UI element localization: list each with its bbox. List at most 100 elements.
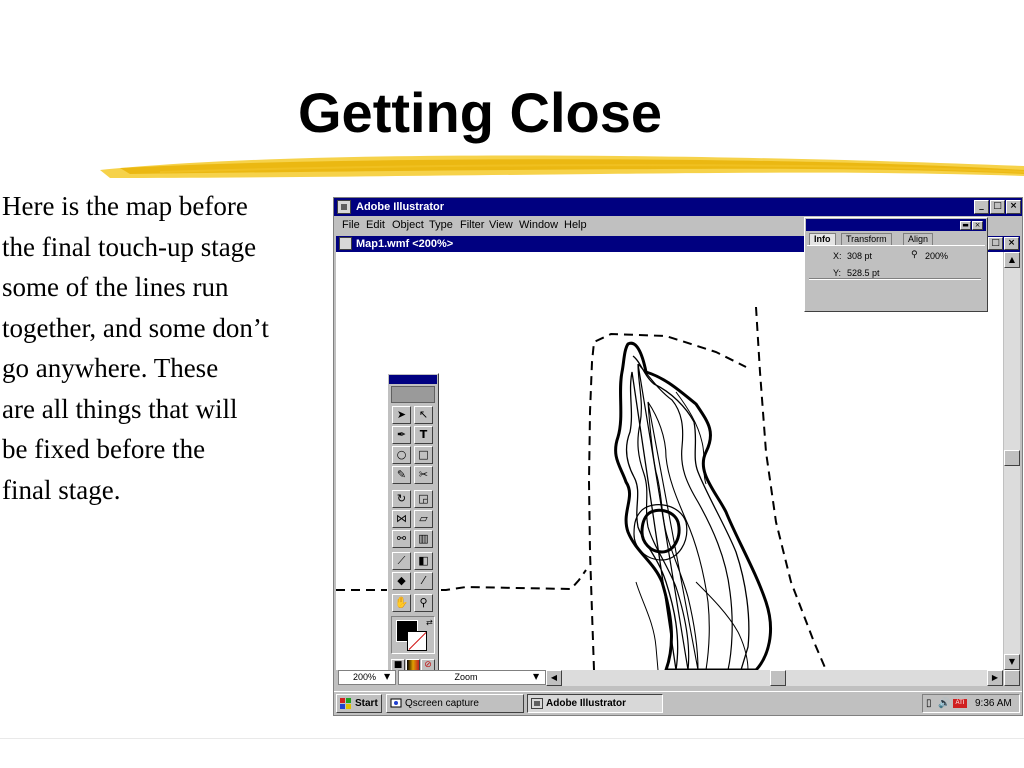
blend-tool-icon[interactable]: ⚯: [392, 530, 411, 548]
task-label: Adobe Illustrator: [546, 698, 627, 709]
minimize-button[interactable]: _: [974, 200, 989, 214]
vertical-scrollbar[interactable]: ▲ ▼: [1003, 252, 1020, 686]
pen-tool-icon[interactable]: ✒: [392, 426, 411, 444]
zoom-value: 200%: [925, 251, 949, 261]
y-label: Y:: [833, 268, 842, 278]
menu-object[interactable]: Object: [392, 216, 424, 234]
zoom-tool-icon[interactable]: ⚲: [414, 594, 433, 612]
windows-taskbar: Start Qscreen capture Adobe Illustrator …: [334, 691, 1022, 715]
selection-tool-icon[interactable]: ➤: [392, 406, 411, 424]
menu-type[interactable]: Type: [429, 216, 453, 234]
horizontal-scroll-thumb[interactable]: [770, 670, 786, 686]
app-titlebar[interactable]: Adobe Illustrator _ □ ×: [334, 198, 1022, 216]
tab-transform[interactable]: Transform: [841, 233, 892, 245]
clock: 9:36 AM: [975, 698, 1012, 709]
info-palette[interactable]: ▬ × Info Transform Align X: 308 pt ⚲ 200…: [804, 217, 988, 312]
illustrator-screenshot: Adobe Illustrator _ □ × File Edit Object…: [333, 197, 1023, 716]
type-tool-icon[interactable]: T: [414, 426, 433, 444]
start-label: Start: [355, 698, 378, 709]
illustrator-app-icon: [337, 200, 351, 214]
document-title: Map1.wmf <200%>: [356, 238, 454, 250]
island-outline: [640, 508, 681, 554]
maximize-button[interactable]: □: [990, 200, 1005, 214]
scroll-right-arrow-icon[interactable]: ▶: [987, 670, 1003, 686]
network-icon[interactable]: ▯: [926, 695, 932, 712]
tab-align[interactable]: Align: [903, 233, 934, 245]
gradient-mode-icon[interactable]: [406, 659, 420, 670]
info-palette-divider: [809, 278, 981, 280]
menu-help[interactable]: Help: [564, 216, 587, 234]
color-mode-icon[interactable]: ■: [391, 659, 405, 670]
doc-close-button[interactable]: ×: [1004, 237, 1019, 250]
status-tool-field[interactable]: Zoom: [398, 670, 546, 685]
boundary-dashed-right-vertical: [755, 306, 827, 670]
system-tray: ▯ 🔊 ATI 9:36 AM: [922, 694, 1020, 713]
zoom-dropdown-arrow-icon[interactable]: ▼: [384, 672, 390, 681]
none-slash-icon: [408, 632, 427, 650]
info-palette-close-button[interactable]: ×: [972, 221, 983, 230]
scroll-down-arrow-icon[interactable]: ▼: [1004, 654, 1020, 670]
toolbox-titlebar[interactable]: [389, 375, 437, 384]
pencil-tool-icon[interactable]: ✎: [392, 466, 411, 484]
direct-selection-tool-icon[interactable]: ↖: [414, 406, 433, 424]
y-value: 528.5 pt: [847, 268, 880, 278]
paint-bucket-tool-icon[interactable]: ◆: [392, 572, 411, 590]
speaker-icon[interactable]: 🔊: [938, 695, 950, 712]
shear-tool-icon[interactable]: ▱: [414, 510, 433, 528]
gradient-tool-icon[interactable]: ◧: [414, 552, 433, 570]
rotate-tool-icon[interactable]: ↻: [392, 490, 411, 508]
horizontal-scrollbar[interactable]: ◀ ▶: [546, 670, 1003, 686]
ati-icon[interactable]: ATI: [953, 699, 967, 708]
hand-tool-icon[interactable]: ✋: [392, 594, 411, 612]
menu-view[interactable]: View: [489, 216, 513, 234]
menu-file[interactable]: File: [342, 216, 360, 234]
resize-grip-icon[interactable]: [1004, 670, 1020, 686]
illustrator-logo-icon: [391, 386, 435, 403]
slide-title: Getting Close: [297, 81, 663, 144]
windows-logo-icon: [340, 698, 351, 709]
ellipse-tool-icon[interactable]: ○: [392, 446, 411, 464]
boundary-dashed-horizontal: [336, 569, 587, 591]
zoom-magnifier-icon: ⚲: [911, 250, 918, 260]
app-title: Adobe Illustrator: [356, 201, 445, 213]
scroll-up-arrow-icon[interactable]: ▲: [1004, 252, 1020, 268]
start-button[interactable]: Start: [336, 694, 382, 713]
artboard-canvas[interactable]: ➤ ↖ ✒ T ○ □ ✎ ✂ ↻ ◲ ⋈ ▱ ⚯ ▥ ⟋ ◧ ◆ ⁄ ✋ ⚲: [336, 252, 1003, 670]
x-value: 308 pt: [847, 251, 873, 261]
task-label: Qscreen capture: [405, 698, 479, 709]
qscreen-capture-icon: [390, 698, 402, 708]
boundary-dashed-left-vertical: [587, 332, 747, 670]
slide-footer-divider: [0, 738, 1024, 739]
scale-tool-icon[interactable]: ◲: [414, 490, 433, 508]
task-adobe-illustrator[interactable]: Adobe Illustrator: [527, 694, 663, 713]
menu-edit[interactable]: Edit: [366, 216, 385, 234]
menu-window[interactable]: Window: [519, 216, 558, 234]
scissors-tool-icon[interactable]: ✂: [414, 466, 433, 484]
stroke-swatch[interactable]: [407, 631, 427, 651]
none-mode-icon[interactable]: ⊘: [421, 659, 435, 670]
info-palette-menu-button[interactable]: ▬: [960, 221, 971, 230]
doc-maximize-button[interactable]: □: [988, 237, 1003, 250]
graph-tool-icon[interactable]: ▥: [414, 530, 433, 548]
fill-stroke-swatch-area[interactable]: ⇄: [391, 616, 435, 654]
title-underline-brushstroke: [100, 155, 1024, 178]
info-palette-titlebar[interactable]: ▬ ×: [806, 219, 986, 231]
rectangle-tool-icon[interactable]: □: [414, 446, 433, 464]
slide-body-text: Here is the map before the final touch-u…: [2, 191, 269, 505]
lake-contour-6: [675, 391, 707, 485]
lake-contour-5: [635, 581, 659, 670]
menu-filter[interactable]: Filter: [460, 216, 484, 234]
tab-info[interactable]: Info: [809, 233, 836, 245]
illustrator-task-icon: [531, 698, 543, 709]
measure-tool-icon[interactable]: ⟋: [392, 552, 411, 570]
vertical-scroll-thumb[interactable]: [1004, 450, 1020, 466]
swap-colors-icon[interactable]: ⇄: [426, 618, 433, 627]
status-dropdown-arrow-icon[interactable]: ▼: [533, 672, 539, 681]
eyedropper-tool-icon[interactable]: ⁄: [414, 572, 433, 590]
close-button[interactable]: ×: [1006, 200, 1021, 214]
toolbox-palette[interactable]: ➤ ↖ ✒ T ○ □ ✎ ✂ ↻ ◲ ⋈ ▱ ⚯ ▥ ⟋ ◧ ◆ ⁄ ✋ ⚲: [387, 373, 439, 670]
document-icon: [339, 237, 352, 250]
reflect-tool-icon[interactable]: ⋈: [392, 510, 411, 528]
task-qscreen-capture[interactable]: Qscreen capture: [386, 694, 524, 713]
scroll-left-arrow-icon[interactable]: ◀: [546, 670, 562, 686]
